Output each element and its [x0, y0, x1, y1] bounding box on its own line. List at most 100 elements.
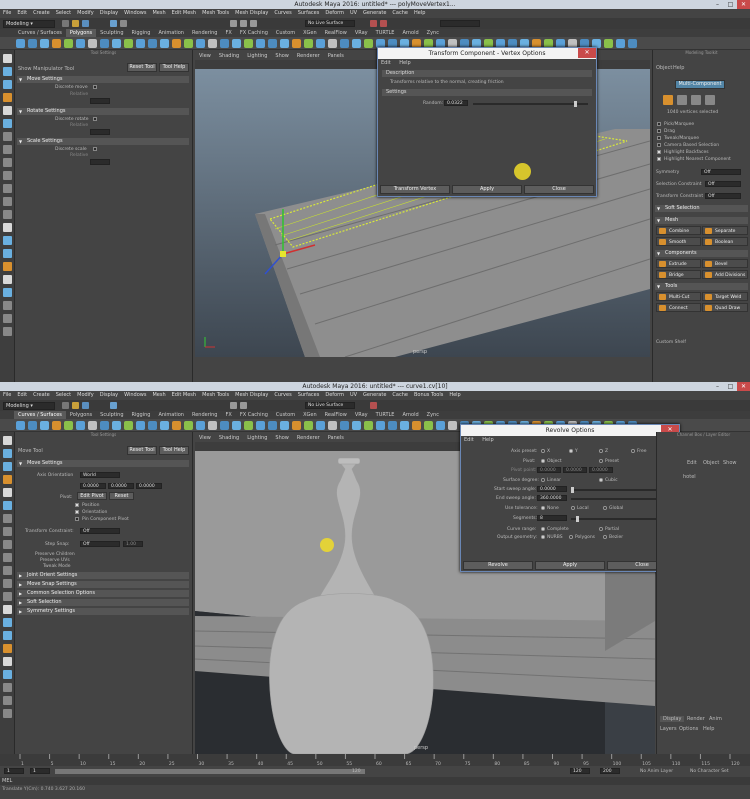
- move-step-field[interactable]: [90, 98, 110, 104]
- shelf-tool-icon[interactable]: [244, 421, 253, 430]
- render-icon[interactable]: [370, 402, 377, 409]
- shelf-tab-zync[interactable]: Zync: [423, 411, 443, 419]
- shelf-tool-icon[interactable]: [220, 421, 229, 430]
- mode-dropdown[interactable]: Modeling ▾: [3, 20, 55, 28]
- shelf-tool-icon[interactable]: [16, 421, 25, 430]
- option-check-2[interactable]: [657, 136, 661, 140]
- range-inner-start[interactable]: 1: [30, 768, 50, 774]
- snap-point-icon[interactable]: [250, 20, 257, 27]
- pivot-point-z[interactable]: 0.0000: [589, 467, 613, 473]
- menu-mesh-tools[interactable]: Mesh Tools: [199, 9, 232, 18]
- options-menu[interactable]: Options: [679, 726, 698, 732]
- layer-tab-anim[interactable]: Anim: [709, 716, 722, 722]
- axis-z-radio[interactable]: [599, 449, 603, 453]
- live-surface-field[interactable]: No Live Surface: [305, 402, 355, 409]
- separate-button[interactable]: Separate: [702, 226, 748, 235]
- toolbox-tool-icon[interactable]: [3, 119, 12, 128]
- layer-tab-render[interactable]: Render: [687, 716, 705, 722]
- shelf-tab-animation[interactable]: Animation: [154, 29, 188, 37]
- pivot-preset-radio[interactable]: [599, 459, 603, 463]
- menu-mesh-tools[interactable]: Mesh Tools: [199, 391, 232, 400]
- shelf-tool-icon[interactable]: [400, 421, 409, 430]
- soft-selection-header[interactable]: Soft Selection: [655, 205, 748, 212]
- target-weld-button[interactable]: Target Weld: [702, 292, 748, 301]
- shelf-tool-icon[interactable]: [316, 39, 325, 48]
- segments-thumb[interactable]: [576, 516, 579, 522]
- shelf-tool-icon[interactable]: [88, 39, 97, 48]
- new-scene-icon[interactable]: [62, 20, 69, 27]
- range-bar[interactable]: [55, 769, 365, 774]
- toolbox-tool-icon[interactable]: [3, 709, 12, 718]
- shelf-tab-vray[interactable]: VRay: [351, 411, 372, 419]
- axis-x-field[interactable]: 0.0000: [80, 483, 106, 489]
- minimize-icon[interactable]: –: [711, 382, 724, 391]
- shelf-tool-icon[interactable]: [388, 421, 397, 430]
- toolbox-tool-icon[interactable]: [3, 670, 12, 679]
- edge-mode-icon[interactable]: [677, 95, 687, 105]
- shelf-tool-icon[interactable]: [112, 421, 121, 430]
- multi-component-button[interactable]: Multi-Component: [675, 80, 725, 89]
- shelf-tool-icon[interactable]: [64, 39, 73, 48]
- combine-button[interactable]: Combine: [656, 226, 701, 235]
- rotate-settings-header[interactable]: Rotate Settings: [17, 108, 189, 115]
- menu-surfaces[interactable]: Surfaces: [295, 391, 323, 400]
- shelf-tool-icon[interactable]: [616, 39, 625, 48]
- menu-bonus-tools[interactable]: Bonus Tools: [411, 391, 446, 400]
- range-partial-radio[interactable]: [599, 527, 603, 531]
- shelf-tool-icon[interactable]: [28, 421, 37, 430]
- rotate-step-field[interactable]: [90, 129, 110, 135]
- symmetry-settings-header[interactable]: Symmetry Settings: [17, 608, 189, 615]
- connect-button[interactable]: Connect: [656, 303, 701, 312]
- toolbox-tool-icon[interactable]: [3, 631, 12, 640]
- open-scene-icon[interactable]: [72, 402, 79, 409]
- axis-x-radio[interactable]: [541, 449, 545, 453]
- shelf-tool-icon[interactable]: [436, 421, 445, 430]
- toolbox-tool-icon[interactable]: [3, 67, 12, 76]
- toolbox-tool-icon[interactable]: [3, 145, 12, 154]
- shelf-tool-icon[interactable]: [412, 421, 421, 430]
- orientation-check[interactable]: [75, 510, 79, 514]
- select-mode-icon[interactable]: [110, 402, 117, 409]
- toolbox-tool-icon[interactable]: [3, 540, 12, 549]
- axis-orientation-dropdown[interactable]: World: [80, 472, 120, 478]
- menu-mesh[interactable]: Mesh: [149, 391, 168, 400]
- start-sweep-field[interactable]: 0.0000: [537, 486, 567, 492]
- shelf-tab-custom[interactable]: Custom: [272, 29, 299, 37]
- vertex-mode-icon[interactable]: [663, 95, 673, 105]
- toolbox-tool-icon[interactable]: [3, 657, 12, 666]
- range-max-field[interactable]: 200: [600, 768, 620, 774]
- menu-select[interactable]: Select: [53, 9, 74, 18]
- shelf-tab-curves-surfaces[interactable]: Curves / Surfaces: [14, 29, 66, 37]
- shelf-tool-icon[interactable]: [280, 39, 289, 48]
- viewport-menu-renderer[interactable]: Renderer: [293, 52, 324, 60]
- viewport-menu-view[interactable]: View: [195, 434, 215, 442]
- menu-uv[interactable]: UV: [347, 9, 360, 18]
- close-icon[interactable]: ✕: [737, 0, 750, 9]
- viewport-menu-shading[interactable]: Shading: [215, 52, 243, 60]
- menu-mesh-display[interactable]: Mesh Display: [232, 391, 271, 400]
- shelf-tool-icon[interactable]: [268, 421, 277, 430]
- move-snap-header[interactable]: Move Snap Settings: [17, 581, 189, 588]
- toolbox-tool-icon[interactable]: [3, 514, 12, 523]
- shelf-tab-arnold[interactable]: Arnold: [398, 29, 422, 37]
- dialog-title-bar[interactable]: Revolve Options ✕: [461, 425, 679, 436]
- discrete-move-check[interactable]: [93, 85, 97, 89]
- menu-mesh-display[interactable]: Mesh Display: [232, 9, 271, 18]
- pivot-point-y[interactable]: 0.0000: [563, 467, 587, 473]
- shelf-tab-polygons[interactable]: Polygons: [65, 29, 97, 37]
- shelf-tool-icon[interactable]: [328, 421, 337, 430]
- live-surface-field[interactable]: No Live Surface: [305, 20, 355, 27]
- shelf-tab-fx-caching[interactable]: FX Caching: [236, 29, 272, 37]
- pin-pivot-check[interactable]: [75, 517, 79, 521]
- shelf-tool-icon[interactable]: [112, 39, 121, 48]
- range-end-field[interactable]: 120: [570, 768, 590, 774]
- shelf-tool-icon[interactable]: [292, 39, 301, 48]
- shelf-tool-icon[interactable]: [76, 421, 85, 430]
- shelf-tool-icon[interactable]: [160, 421, 169, 430]
- shelf-tab-realflow[interactable]: RealFlow: [321, 29, 351, 37]
- shelf-tab-turtle[interactable]: TURTLE: [372, 411, 399, 419]
- shelf-tab-polygons[interactable]: Polygons: [66, 411, 96, 419]
- toolbox-tool-icon[interactable]: [3, 132, 12, 141]
- menu-cache[interactable]: Cache: [389, 9, 411, 18]
- shelf-tool-icon[interactable]: [16, 39, 25, 48]
